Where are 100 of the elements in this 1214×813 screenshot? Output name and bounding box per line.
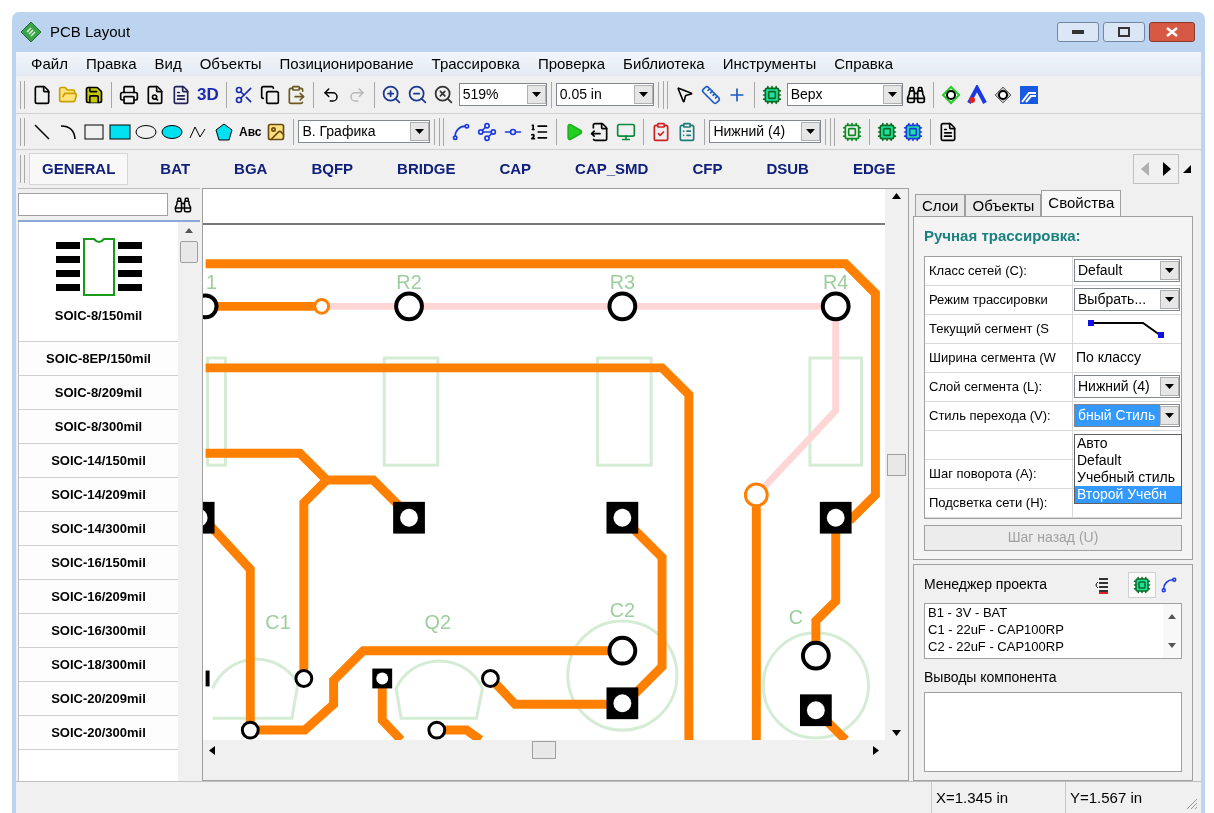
text-tool-button[interactable]: Авс (237, 118, 264, 145)
pins-list[interactable] (924, 691, 1182, 772)
up-arrow-icon (185, 228, 193, 233)
hole-icon (992, 84, 1013, 105)
library-tab[interactable]: DSUB (754, 153, 821, 185)
library-tab[interactable]: BRIDGE (385, 153, 468, 185)
left-arrow-icon (209, 745, 215, 755)
library-tab[interactable]: BQFP (299, 153, 366, 185)
zoom-out-icon (407, 84, 429, 105)
dropdown-button[interactable] (526, 85, 546, 104)
save-icon (84, 84, 104, 105)
maximize-button[interactable] (1103, 22, 1145, 42)
menu-item[interactable]: Проверка (528, 52, 615, 76)
library-tab[interactable]: CAP_SMD (563, 153, 661, 185)
zoom-fit-icon (433, 84, 455, 105)
caret-icon (415, 129, 425, 134)
component-list-item[interactable]: C1 - 22uF - CAP100RP (928, 620, 1163, 638)
dropdown-option[interactable]: Авто (1075, 434, 1181, 452)
component-label: 1 (206, 271, 218, 294)
component-list-item[interactable]: C2 - 22uF - CAP100RP (928, 637, 1163, 655)
property-combo[interactable]: Выбрать... (1074, 288, 1180, 311)
minimize-button[interactable] (1057, 22, 1099, 42)
panel-tab[interactable]: Свойства (1041, 190, 1122, 216)
undo-icon (321, 85, 340, 104)
dropdown-button[interactable] (1160, 261, 1179, 280)
up-arrow-icon (1168, 613, 1176, 619)
grid-combo[interactable]: 0.05 in (555, 83, 654, 106)
caret-icon (1165, 384, 1174, 389)
3d-view-button[interactable]: 3D (194, 81, 222, 108)
segment-shape-icon (1088, 319, 1166, 338)
panel-tab[interactable]: Объекты (965, 194, 1042, 216)
menu-item[interactable]: Правка (76, 52, 146, 76)
redo-icon (347, 85, 366, 104)
layer-combo[interactable]: Верх (786, 83, 903, 106)
new-file-icon (32, 84, 52, 105)
components-view-button[interactable] (1128, 571, 1156, 598)
caret-icon (1165, 297, 1174, 302)
graphics-layer-combo[interactable]: В. Графика (298, 120, 431, 143)
component-label: C (788, 605, 804, 628)
right-arrow-icon (1163, 162, 1171, 176)
scroll-thumb[interactable] (532, 741, 556, 759)
footprint-label: SOIC-8/300mil (54, 417, 143, 436)
property-label: Слой сегмента (L): (929, 377, 1043, 396)
route-layer-combo[interactable]: Нижний (4) (709, 120, 822, 143)
menu-item[interactable]: Библиотека (614, 52, 714, 76)
down-arrow-icon (1168, 642, 1176, 648)
dropdown-button[interactable] (801, 122, 821, 141)
library-tab[interactable]: CAP (487, 153, 544, 185)
app-logo-icon (20, 21, 42, 43)
panel-tab[interactable]: Слои (915, 194, 966, 216)
caret-icon (1165, 413, 1174, 418)
menu-item[interactable]: Объекты (190, 52, 271, 76)
library-tab[interactable]: BAT (148, 153, 203, 185)
zoom-combo[interactable]: 519% (458, 83, 547, 106)
dropdown-button[interactable] (1160, 377, 1179, 396)
dropdown-button[interactable] (1160, 406, 1179, 425)
menu-item[interactable]: Справка (825, 52, 902, 76)
select-pointer-icon (675, 85, 695, 104)
property-label: Класс сетей (C): (929, 261, 1027, 280)
dropdown-option[interactable]: Учебный стиль (1075, 468, 1181, 486)
close-icon (1166, 27, 1178, 37)
footprint-label: SOIC-8/209mil (54, 383, 143, 402)
menu-item[interactable]: Позиционирование (270, 52, 423, 76)
move-components-icon (903, 121, 924, 142)
library-tab[interactable]: CFP (680, 153, 735, 185)
minimize-icon (1072, 30, 1084, 34)
scroll-thumb[interactable] (887, 453, 906, 476)
soic-footprint-icon (55, 237, 142, 296)
drc-check-icon (651, 121, 672, 142)
zoom-in-icon (381, 84, 403, 105)
close-button[interactable] (1149, 22, 1195, 42)
polygon-tool-icon (214, 121, 234, 142)
property-label: Подсветка сети (H): (929, 493, 1048, 512)
library-tab[interactable]: EDGE (840, 153, 908, 185)
property-combo[interactable]: Default (1074, 259, 1180, 282)
down-arrow-icon (892, 730, 901, 736)
line-tool-icon (33, 122, 51, 141)
dropdown-button[interactable] (410, 122, 430, 141)
vertical-scrollbar[interactable] (1163, 603, 1181, 658)
component-list-item[interactable]: B1 - 3V - BAT (928, 603, 1163, 621)
dropdown-option[interactable]: Default (1075, 451, 1181, 469)
scroll-thumb[interactable] (180, 241, 198, 263)
menu-item[interactable]: Вид (145, 52, 191, 76)
filled-rectangle-tool-icon (109, 122, 131, 141)
dropdown-button[interactable] (633, 85, 653, 104)
section-title: Менеджер проекта (924, 575, 1048, 594)
component-label: C2 (609, 598, 636, 621)
export-icon (590, 121, 611, 142)
component-row-icon (842, 121, 863, 142)
dropdown-button[interactable] (1160, 290, 1179, 309)
menu-item[interactable]: Инструменты (713, 52, 826, 76)
library-tab[interactable]: BGA (222, 153, 280, 185)
caret-icon (887, 92, 897, 97)
search-field[interactable] (18, 193, 168, 216)
dropdown-button[interactable] (882, 85, 902, 104)
menu-item[interactable]: Трассировка (422, 52, 529, 76)
y-coordinate: Y=1.567 in (1070, 787, 1143, 808)
library-tab[interactable]: GENERAL (29, 153, 129, 185)
menu-item[interactable]: Файл (22, 52, 77, 76)
property-combo[interactable]: Нижний (4) (1074, 375, 1180, 398)
